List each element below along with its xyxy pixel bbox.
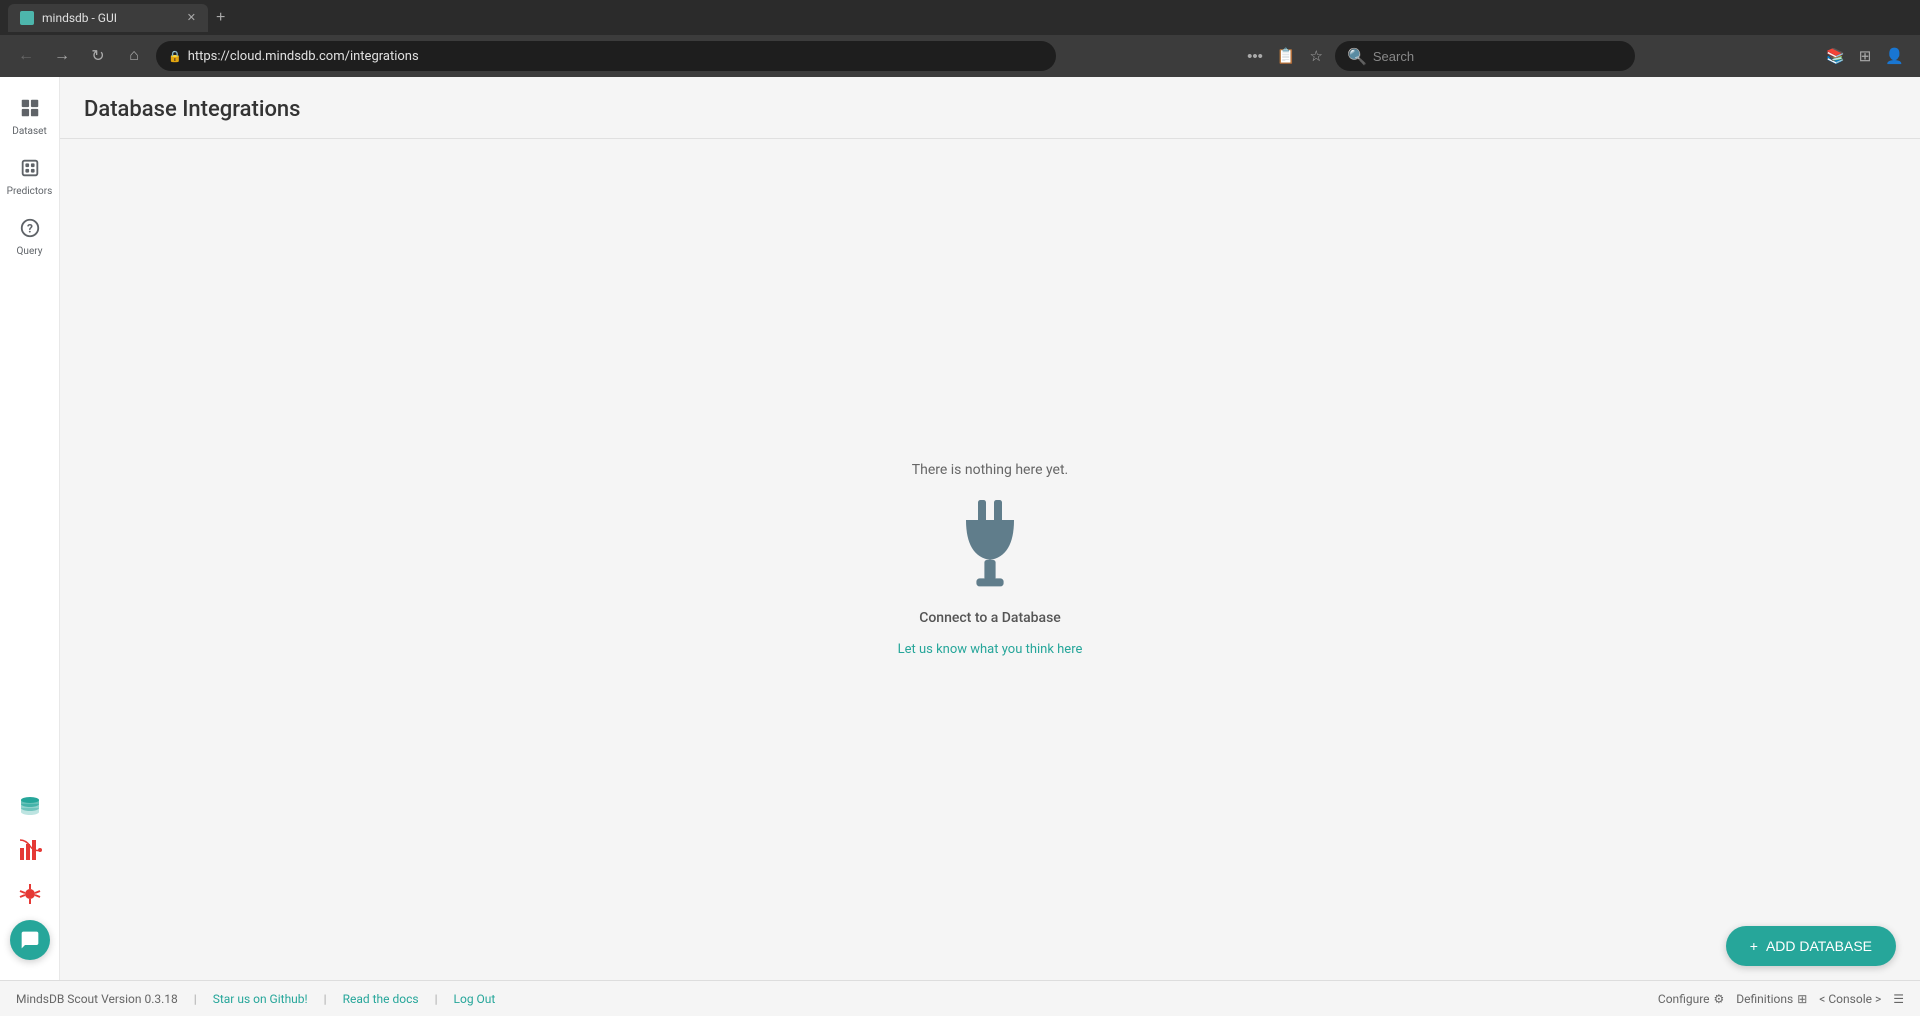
dataset-label: Dataset <box>12 126 46 137</box>
empty-state-text: There is nothing here yet. <box>912 462 1068 478</box>
back-button[interactable]: ← <box>12 42 40 70</box>
svg-text:?: ? <box>27 222 33 236</box>
sidebar-toggle-button[interactable]: ⊞ <box>1855 43 1876 69</box>
more-button[interactable]: ••• <box>1243 44 1267 69</box>
lock-icon: 🔒 <box>168 50 182 63</box>
search-bar[interactable]: 🔍 <box>1335 41 1635 71</box>
dataset-icon <box>19 97 41 124</box>
empty-state: There is nothing here yet. Connect to a … <box>60 139 1920 980</box>
sidebar: Dataset Predictors ? Query <box>0 77 60 980</box>
sidebar-item-predictors[interactable]: Predictors <box>5 149 55 205</box>
configure-item[interactable]: Configure ⚙ <box>1658 992 1724 1006</box>
pocket-button[interactable]: 📋 <box>1273 43 1300 69</box>
sidebar-item-query[interactable]: ? Query <box>5 209 55 265</box>
github-link[interactable]: Star us on Github! <box>213 992 308 1006</box>
definitions-label: Definitions <box>1736 992 1793 1006</box>
address-bar[interactable]: 🔒 https://cloud.mindsdb.com/integrations <box>156 41 1056 71</box>
menu-icon-item[interactable]: ☰ <box>1893 992 1904 1006</box>
sidebar-db-icon[interactable] <box>12 788 48 824</box>
query-label: Query <box>17 246 43 257</box>
configure-label: Configure <box>1658 992 1710 1006</box>
predictors-label: Predictors <box>7 186 53 197</box>
menu-icon: ☰ <box>1893 992 1904 1006</box>
connect-to-db-label: Connect to a Database <box>919 610 1061 626</box>
sidebar-analytics-icon[interactable] <box>12 832 48 868</box>
footer: MindsDB Scout Version 0.3.18 | Star us o… <box>0 980 1920 1016</box>
definitions-icon: ⊞ <box>1797 992 1807 1006</box>
search-input[interactable] <box>1373 49 1623 64</box>
forward-button[interactable]: → <box>48 42 76 70</box>
add-database-button[interactable]: + ADD DATABASE <box>1726 926 1896 966</box>
configure-icon: ⚙ <box>1714 992 1725 1006</box>
star-button[interactable]: ☆ <box>1306 43 1327 69</box>
sidebar-item-dataset[interactable]: Dataset <box>5 89 55 145</box>
tab-favicon <box>20 11 34 25</box>
tab-close-button[interactable]: ✕ <box>187 11 196 24</box>
sidebar-bottom <box>10 788 50 968</box>
console-item[interactable]: < Console > <box>1819 992 1881 1006</box>
page-header: Database Integrations <box>60 77 1920 139</box>
library-button[interactable]: 📚 <box>1822 43 1849 69</box>
browser-tab: mindsdb - GUI ✕ <box>8 4 208 32</box>
footer-right: Configure ⚙ Definitions ⊞ < Console > ☰ <box>1658 992 1904 1006</box>
version-text: MindsDB Scout Version 0.3.18 <box>16 992 178 1006</box>
predictors-icon <box>19 157 41 184</box>
page-title: Database Integrations <box>84 97 1896 122</box>
search-icon: 🔍 <box>1347 47 1367 66</box>
app-container: Dataset Predictors ? Query <box>0 77 1920 980</box>
nav-bar: ← → ↻ ⌂ 🔒 https://cloud.mindsdb.com/inte… <box>0 35 1920 77</box>
console-label: < Console > <box>1819 992 1881 1006</box>
new-tab-button[interactable]: + <box>212 5 229 31</box>
query-icon: ? <box>19 217 41 244</box>
home-button[interactable]: ⌂ <box>120 42 148 70</box>
main-content: Database Integrations There is nothing h… <box>60 77 1920 980</box>
profile-button[interactable]: 👤 <box>1881 43 1908 69</box>
sidebar-bug-icon[interactable] <box>12 876 48 912</box>
refresh-button[interactable]: ↻ <box>84 42 112 70</box>
nav-extras: ••• 📋 ☆ <box>1243 43 1327 69</box>
footer-left: MindsDB Scout Version 0.3.18 | Star us o… <box>16 992 495 1006</box>
docs-link[interactable]: Read the docs <box>343 992 419 1006</box>
logout-link[interactable]: Log Out <box>454 992 496 1006</box>
feedback-link[interactable]: Let us know what you think here <box>898 642 1083 657</box>
url-display: https://cloud.mindsdb.com/integrations <box>188 49 1044 64</box>
tab-title: mindsdb - GUI <box>42 11 117 25</box>
definitions-item[interactable]: Definitions ⊞ <box>1736 992 1807 1006</box>
browser-actions: 📚 ⊞ 👤 <box>1822 43 1908 69</box>
browser-chrome: mindsdb - GUI ✕ + <box>0 0 1920 35</box>
plug-icon-wrapper <box>950 494 1030 594</box>
chat-bubble-button[interactable] <box>10 920 50 960</box>
add-db-icon: + <box>1750 938 1758 954</box>
plug-icon <box>950 494 1030 594</box>
add-db-label: ADD DATABASE <box>1766 938 1872 954</box>
